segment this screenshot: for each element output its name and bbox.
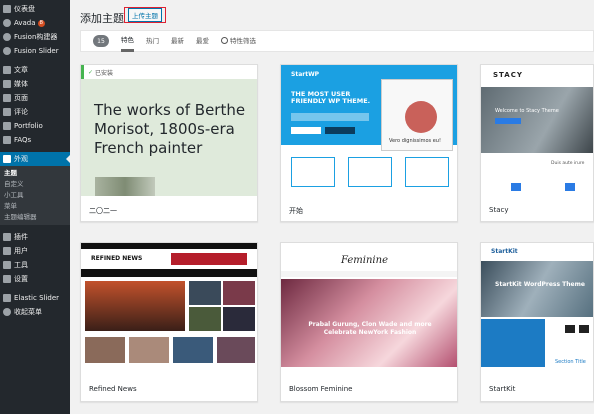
theme-screenshot: STACY Welcome to Stacy Theme Duis aute i… [481, 65, 593, 196]
plugin-icon [3, 233, 11, 241]
preview-logo: StartKit [491, 248, 518, 255]
theme-count: 15 [93, 35, 109, 47]
tab-popular[interactable]: 热门 [146, 30, 159, 52]
tab-featured[interactable]: 特色 [121, 30, 134, 52]
theme-name: Stacy [489, 206, 509, 214]
upload-theme-label: 上传主题 [128, 8, 162, 22]
installed-notice: ✓ 已安装 [81, 65, 257, 79]
cart-icon [579, 325, 589, 333]
laptop-icon [565, 325, 575, 333]
laptop-icon [511, 183, 521, 191]
pin-icon [3, 294, 11, 302]
preview-logo: REFINED NEWS [91, 255, 143, 262]
preview-section-title: Section Title [555, 359, 586, 365]
menu-collapse[interactable]: 收起菜单 [0, 305, 70, 319]
theme-card-startkit[interactable]: StartKit StartKit WordPress Theme Sectio… [480, 242, 594, 402]
update-badge: 8 [37, 19, 46, 27]
appearance-submenu: 主题 自定义 小工具 菜单 主题编辑器 [0, 166, 70, 225]
media-icon [3, 80, 11, 88]
preview-headline: Prabal Gurung, Clon Wade and more Celebr… [308, 321, 432, 336]
menu-tools[interactable]: 工具 [0, 258, 70, 272]
fusion-slider-icon [3, 47, 11, 55]
check-icon: ✓ [88, 68, 94, 76]
pin-icon [3, 122, 11, 130]
page-icon [3, 94, 11, 102]
theme-screenshot: StartWP THE MOST USER FRIENDLY WP THEME.… [281, 65, 457, 196]
preview-image [95, 177, 155, 196]
menu-media[interactable]: 媒体 [0, 77, 70, 91]
submenu-themes[interactable]: 主题 [0, 168, 70, 179]
tab-latest[interactable]: 最新 [171, 30, 184, 52]
filter-bar: 15 特色 热门 最新 最爱 特性筛选 [80, 30, 594, 52]
menu-fusion-slider[interactable]: Fusion Slider [0, 44, 70, 58]
dashboard-icon [3, 5, 11, 13]
menu-comments[interactable]: 评论 [0, 105, 70, 119]
theme-card-stacy[interactable]: STACY Welcome to Stacy Theme Duis aute i… [480, 64, 594, 222]
menu-appearance[interactable]: 外观 [0, 152, 70, 166]
pin-icon [3, 66, 11, 74]
pin-icon [3, 136, 11, 144]
theme-card-startwp[interactable]: StartWP THE MOST USER FRIENDLY WP THEME.… [280, 64, 458, 222]
menu-fusion-builder[interactable]: Fusion构建器 [0, 30, 70, 44]
gear-icon [221, 37, 228, 44]
theme-card-refined-news[interactable]: REFINED NEWS Refined News [80, 242, 258, 402]
menu-faqs[interactable]: FAQs [0, 133, 70, 147]
submenu-customize[interactable]: 自定义 [0, 179, 70, 190]
theme-screenshot: REFINED NEWS [81, 243, 257, 367]
collapse-icon [3, 308, 11, 316]
menu-elastic-slider[interactable]: Elastic Slider [0, 291, 70, 305]
menu-portfolio[interactable]: Portfolio [0, 119, 70, 133]
page-title: 添加主题 [80, 12, 124, 25]
preview-logo: Feminine [341, 255, 388, 266]
preview-logo: StartWP [291, 71, 320, 78]
menu-plugins[interactable]: 插件 [0, 230, 70, 244]
theme-screenshot: ✓ 已安装 The works of Berthe Morisot, 1800s-… [81, 65, 257, 196]
submenu-widgets[interactable]: 小工具 [0, 190, 70, 201]
upload-theme-button[interactable]: 上传主题 [124, 7, 166, 23]
preview-text: The works of Berthe Morisot, 1800s-era F… [94, 101, 246, 157]
feature-filter-button[interactable]: 特性筛选 [221, 30, 256, 52]
preview-portrait [405, 101, 437, 133]
tool-icon [3, 261, 11, 269]
theme-screenshot: StartKit StartKit WordPress Theme Sectio… [481, 243, 593, 367]
preview-welcome: Welcome to Stacy Theme [495, 108, 559, 114]
menu-posts[interactable]: 文章 [0, 63, 70, 77]
fusion-builder-icon [3, 33, 11, 41]
submenu-theme-editor[interactable]: 主题编辑器 [0, 212, 70, 223]
menu-avada[interactable]: Avada 8 [0, 16, 70, 30]
preview-title: StartKit WordPress Theme [495, 281, 585, 288]
tab-favorites[interactable]: 最爱 [196, 30, 209, 52]
menu-users[interactable]: 用户 [0, 244, 70, 258]
menu-settings[interactable]: 设置 [0, 272, 70, 286]
admin-sidebar: 仪表盘 Avada 8 Fusion构建器 Fusion Slider 文章 媒体… [0, 0, 70, 414]
menu-pages[interactable]: 页面 [0, 91, 70, 105]
preview-line: Duis aute irure [551, 161, 585, 166]
gears-icon [565, 183, 575, 191]
theme-name: Blossom Feminine [289, 385, 353, 393]
main-content: 添加主题 上传主题 15 特色 热门 最新 最爱 特性筛选 ✓ 已安装 The w… [70, 0, 594, 414]
menu-dashboard[interactable]: 仪表盘 [0, 2, 70, 16]
preview-logo: STACY [493, 71, 523, 79]
theme-name: Refined News [89, 385, 137, 393]
avada-icon [3, 19, 11, 27]
theme-card-twentytwentyone[interactable]: ✓ 已安装 The works of Berthe Morisot, 1800s-… [80, 64, 258, 222]
theme-card-blossom-feminine[interactable]: Feminine Prabal Gurung, Clon Wade and mo… [280, 242, 458, 402]
theme-name: 开始 [289, 207, 303, 215]
theme-name: 二〇二一 [89, 207, 117, 215]
submenu-menus[interactable]: 菜单 [0, 201, 70, 212]
preview-headline: THE MOST USER FRIENDLY WP THEME. [291, 90, 371, 105]
preview-caption: Vero dignissimos eu! [389, 138, 441, 144]
comment-icon [3, 108, 11, 116]
theme-name: StartKit [489, 385, 516, 393]
user-icon [3, 247, 11, 255]
appearance-icon [3, 155, 11, 163]
settings-icon [3, 275, 11, 283]
theme-screenshot: Feminine Prabal Gurung, Clon Wade and mo… [281, 243, 457, 367]
